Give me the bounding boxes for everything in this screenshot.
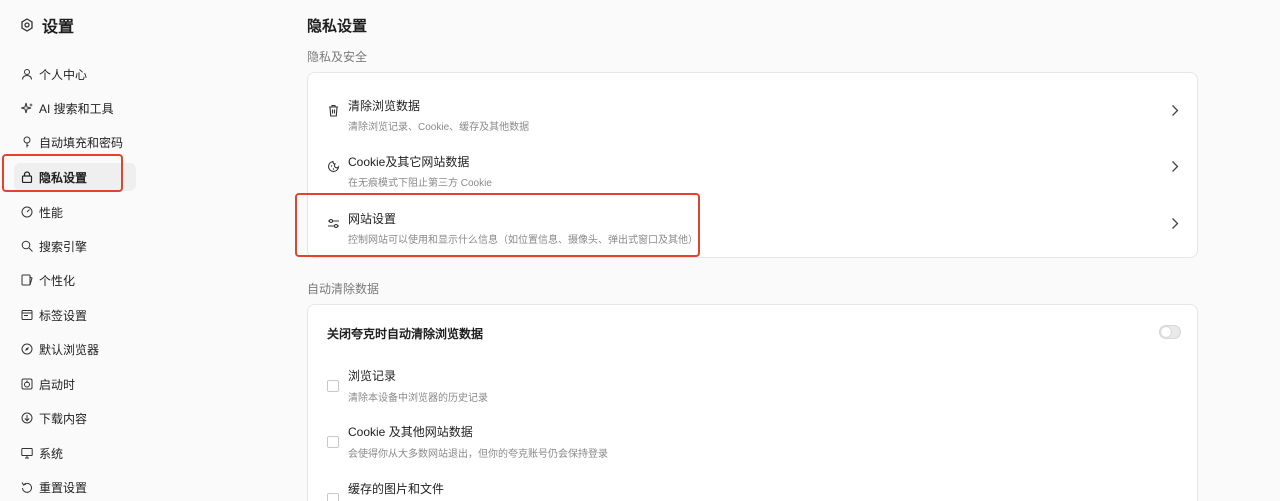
sidebar-item-label: 启动时 [39,377,76,392]
sidebar-item-startup[interactable]: 启动时 [14,370,136,398]
option-subtitle: 清除本设备中浏览器的历史记录 [348,393,488,404]
sidebar-item-label: AI 搜索和工具 [39,101,114,116]
sidebar-item-label: 个人中心 [39,67,88,82]
power-icon [21,378,33,390]
key-icon [23,136,31,148]
sidebar-item-personalize[interactable]: 个性化 [14,266,136,294]
cached-images-checkbox[interactable] [327,493,339,501]
sidebar-item-label: 标签设置 [39,308,88,323]
trash-icon [329,104,338,117]
settings-title: 设置 [20,13,74,37]
option-cookies: Cookie 及其他网站数据 会使得你从大多数网站退出，但你的夸克账号仍会保持登… [308,419,1197,469]
sidebar-item-default-browser[interactable]: 默认浏览器 [14,335,136,363]
sparkle-icon [21,102,33,114]
autoclear-toggle-switch[interactable] [1159,325,1181,339]
section-label-autoclear: 自动清除数据 [307,282,380,296]
search-icon [21,240,33,252]
sidebar-item-ai-search[interactable]: AI 搜索和工具 [14,94,136,122]
gear-icon [21,18,33,32]
sidebar-item-performance[interactable]: 性能 [14,198,136,226]
sidebar-item-label: 下载内容 [39,411,88,426]
palette-icon [21,274,33,286]
sidebar-item-system[interactable]: 系统 [14,439,136,467]
settings-title-text: 设置 [42,19,75,36]
sidebar-item-label: 个性化 [39,273,76,288]
autoclear-card: 关闭夸克时自动清除浏览数据 浏览记录 清除本设备中浏览器的历史记录 Cookie… [307,304,1198,501]
sidebar-item-label: 重置设置 [39,480,88,495]
toggle-knob [1161,327,1171,337]
row-title: Cookie及其它网站数据 [348,155,470,169]
cookies-checkbox[interactable] [327,436,339,448]
chevron-right-icon [1172,105,1179,116]
option-browsing-history: 浏览记录 清除本设备中浏览器的历史记录 [308,363,1197,413]
reset-icon [21,482,32,493]
cookies-site-data-row[interactable]: Cookie及其它网站数据 在无痕模式下阻止第三方 Cookie [308,138,1197,194]
sidebar-item-tabs[interactable]: 标签设置 [14,301,136,329]
option-title: Cookie 及其他网站数据 [348,425,473,439]
sidebar-item-profile[interactable]: 个人中心 [14,60,136,88]
option-cached-images: 缓存的图片和文件 [308,476,1197,501]
download-icon [21,412,33,424]
user-icon [22,69,32,80]
browsing-history-checkbox[interactable] [327,380,339,392]
sidebar-item-downloads[interactable]: 下载内容 [14,404,136,432]
sidebar: 设置 个人中心 AI 搜索和工具 自动填充和密码 隐私设置 性能 搜索引擎 个性… [0,0,140,501]
autoclear-toggle-label: 关闭夸克时自动清除浏览数据 [327,327,484,341]
sidebar-item-label: 自动填充和密码 [39,135,124,150]
gauge-icon [21,206,33,218]
sidebar-item-label: 默认浏览器 [39,342,100,357]
chevron-right-icon [1172,218,1179,229]
sidebar-item-label: 性能 [39,205,64,220]
tab-icon [21,310,33,320]
sidebar-item-label: 系统 [39,446,64,461]
row-title: 清除浏览数据 [348,99,421,113]
monitor-icon [21,448,33,459]
option-title: 缓存的图片和文件 [348,482,445,496]
row-subtitle: 清除浏览记录、Cookie、缓存及其他数据 [348,122,530,133]
row-subtitle: 在无痕模式下阻止第三方 Cookie [348,178,492,189]
compass-icon [21,343,33,355]
sidebar-highlight-box [2,154,123,192]
option-title: 浏览记录 [348,369,397,383]
site-settings-highlight-box [295,193,700,257]
sidebar-item-label: 搜索引擎 [39,239,88,254]
option-subtitle: 会使得你从大多数网站退出，但你的夸克账号仍会保持登录 [348,449,608,460]
autoclear-toggle-row: 关闭夸克时自动清除浏览数据 [308,319,1197,347]
sidebar-item-reset[interactable]: 重置设置 [14,473,136,501]
cookie-icon [327,160,340,173]
sidebar-item-search-engine[interactable]: 搜索引擎 [14,232,136,260]
section-label-privacy: 隐私及安全 [307,50,368,64]
page-title: 隐私设置 [307,18,368,35]
chevron-right-icon [1172,161,1179,172]
sidebar-item-autofill[interactable]: 自动填充和密码 [14,128,136,156]
clear-browsing-data-row[interactable]: 清除浏览数据 清除浏览记录、Cookie、缓存及其他数据 [308,82,1197,138]
